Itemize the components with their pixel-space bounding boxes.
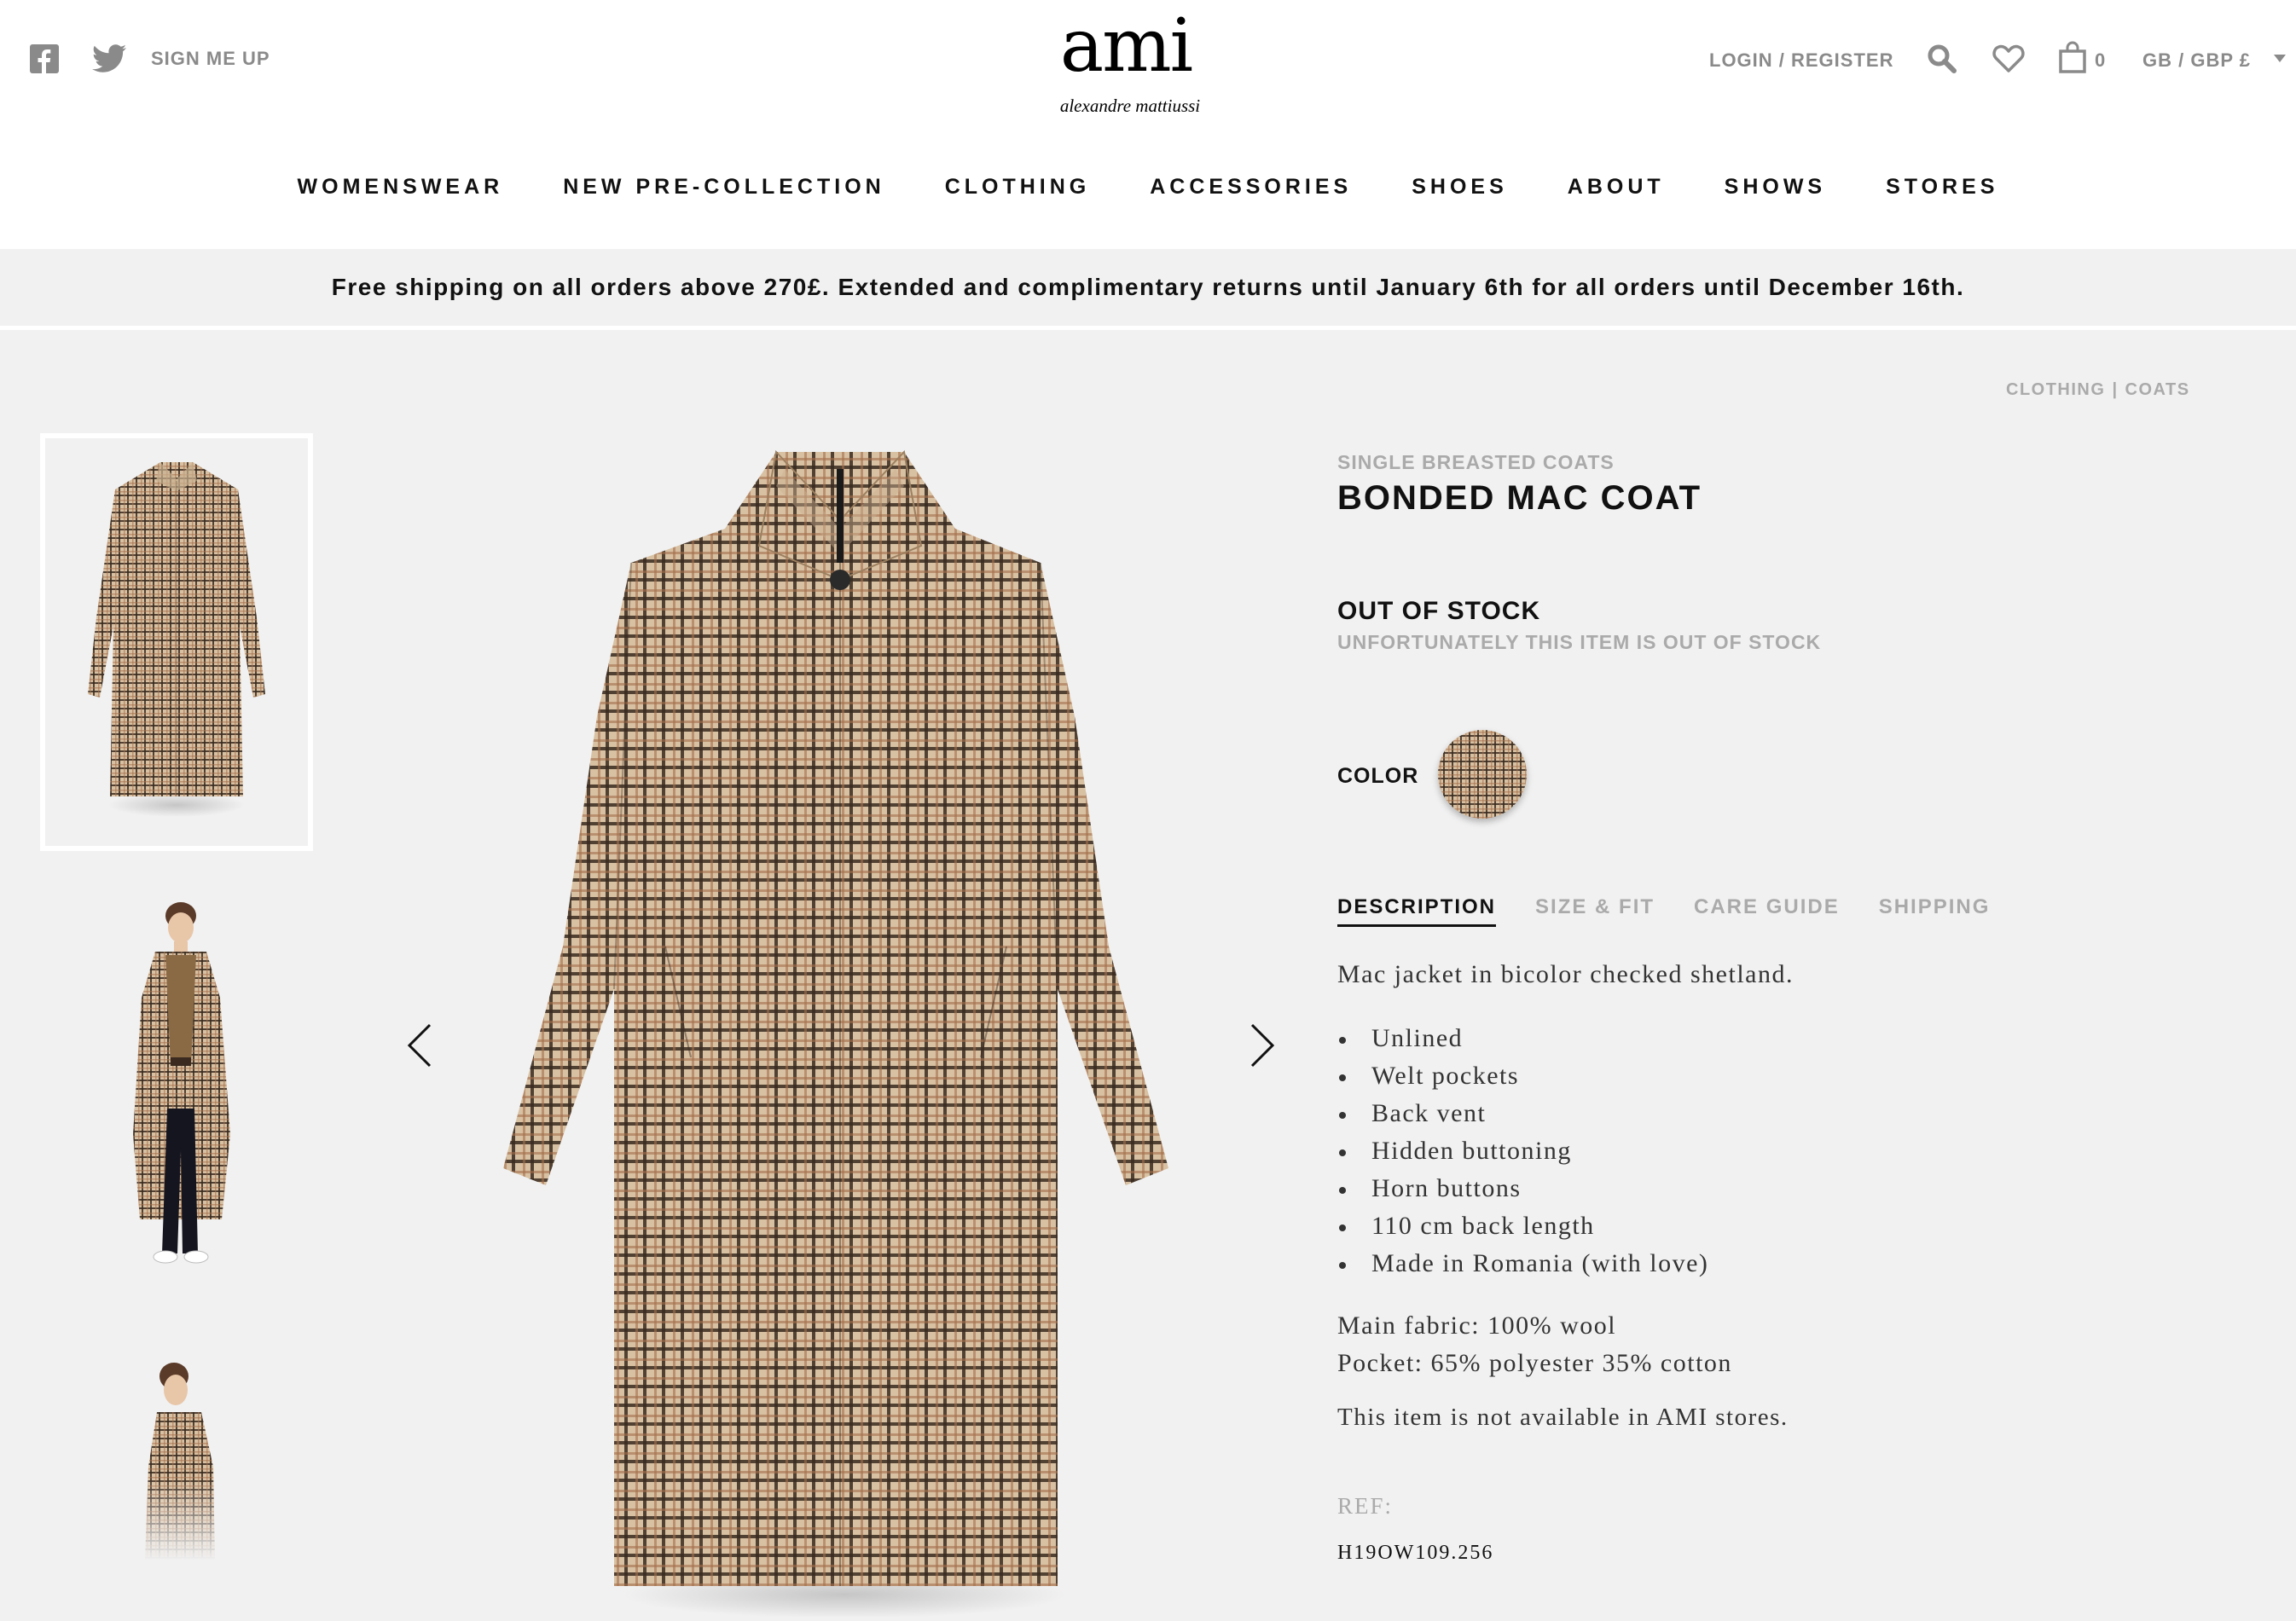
stock-status-title: OUT OF STOCK bbox=[1337, 597, 1541, 625]
main-navigation: WOMENSWEAR NEW PRE-COLLECTION CLOTHING A… bbox=[0, 175, 2296, 200]
feature-item: 110 cm back length bbox=[1337, 1207, 1708, 1245]
color-swatch-pattern bbox=[1438, 730, 1527, 819]
login-register-link[interactable]: LOGIN / REGISTER bbox=[1709, 49, 1893, 72]
wishlist-heart-icon[interactable] bbox=[1992, 44, 2025, 73]
nav-new-pre-collection[interactable]: NEW PRE-COLLECTION bbox=[563, 175, 885, 200]
search-icon[interactable] bbox=[1928, 44, 1957, 73]
thumbnail-model-front[interactable] bbox=[102, 895, 256, 1296]
fabric-pocket: Pocket: 65% polyester 35% cotton bbox=[1337, 1349, 1732, 1377]
feature-item: Unlined bbox=[1337, 1020, 1708, 1057]
model-front-thumbnail-image bbox=[133, 902, 230, 1264]
nav-stores[interactable]: STORES bbox=[1886, 175, 1998, 200]
coat-main-image bbox=[503, 449, 1168, 1618]
locale-selector[interactable]: GB / GBP £ bbox=[2142, 49, 2251, 72]
coat-flat-thumbnail-image bbox=[88, 462, 265, 817]
breadcrumb: CLOTHING | COATS bbox=[2006, 380, 2190, 400]
product-info-tabs: DESCRIPTION SIZE & FIT CARE GUIDE SHIPPI… bbox=[1337, 895, 1990, 927]
feature-item: Hidden buttoning bbox=[1337, 1132, 1708, 1170]
stock-status-message: UNFORTUNATELY THIS ITEM IS OUT OF STOCK bbox=[1337, 631, 1822, 653]
sign-me-up-link[interactable]: SIGN ME UP bbox=[151, 48, 270, 70]
nav-shoes[interactable]: SHOES bbox=[1412, 175, 1508, 200]
shipping-banner-text: Free shipping on all orders above 270£. … bbox=[331, 274, 1965, 300]
twitter-icon[interactable] bbox=[92, 44, 126, 73]
thumbnail-coat-flat[interactable] bbox=[40, 433, 313, 851]
facebook-icon[interactable] bbox=[30, 44, 59, 73]
reference-value: H19OW109.256 bbox=[1337, 1542, 1494, 1564]
product-title: BONDED MAC COAT bbox=[1337, 479, 1702, 517]
breadcrumb-coats[interactable]: COATS bbox=[2125, 380, 2190, 399]
brand-logo[interactable]: ami bbox=[1058, 3, 1194, 89]
nav-womenswear[interactable]: WOMENSWEAR bbox=[298, 175, 504, 200]
next-image-arrow-icon[interactable] bbox=[1245, 1020, 1279, 1071]
previous-image-arrow-icon[interactable] bbox=[403, 1020, 437, 1071]
tab-description[interactable]: DESCRIPTION bbox=[1337, 895, 1497, 927]
feature-item: Back vent bbox=[1337, 1095, 1708, 1132]
site-header: SIGN ME UP ami alexandre mattiussi LOGIN… bbox=[0, 0, 2296, 249]
product-main-image bbox=[444, 435, 1228, 1618]
store-availability-note: This item is not available in AMI stores… bbox=[1337, 1404, 1789, 1431]
feature-item: Horn buttons bbox=[1337, 1170, 1708, 1207]
tab-care-guide[interactable]: CARE GUIDE bbox=[1694, 895, 1840, 927]
nav-shows[interactable]: SHOWS bbox=[1725, 175, 1826, 200]
reference-label: REF: bbox=[1337, 1493, 1394, 1519]
breadcrumb-separator: | bbox=[2112, 380, 2119, 399]
feature-item: Made in Romania (with love) bbox=[1337, 1245, 1708, 1282]
fabric-main: Main fabric: 100% wool bbox=[1337, 1311, 1617, 1340]
nav-clothing[interactable]: CLOTHING bbox=[945, 175, 1091, 200]
cart-count[interactable]: 0 bbox=[2095, 49, 2105, 72]
product-features-list: Unlined Welt pockets Back vent Hidden bu… bbox=[1337, 1020, 1708, 1282]
breadcrumb-clothing[interactable]: CLOTHING bbox=[2006, 380, 2105, 399]
shipping-banner: Free shipping on all orders above 270£. … bbox=[0, 249, 2296, 330]
product-description: Mac jacket in bicolor checked shetland. bbox=[1337, 960, 1794, 988]
nav-accessories[interactable]: ACCESSORIES bbox=[1150, 175, 1352, 200]
chevron-down-icon[interactable] bbox=[2274, 55, 2286, 63]
nav-about[interactable]: ABOUT bbox=[1568, 175, 1665, 200]
product-category: SINGLE BREASTED COATS bbox=[1337, 451, 1615, 473]
color-swatch[interactable] bbox=[1438, 730, 1527, 819]
model-side-thumbnail-image bbox=[145, 1363, 215, 1560]
brand-logo-subtitle: alexandre mattiussi bbox=[1059, 96, 1201, 116]
shopping-bag-icon[interactable] bbox=[2059, 41, 2086, 73]
color-label: COLOR bbox=[1337, 764, 1419, 788]
tab-size-fit[interactable]: SIZE & FIT bbox=[1535, 895, 1655, 927]
feature-item: Welt pockets bbox=[1337, 1057, 1708, 1095]
thumbnail-model-side[interactable] bbox=[119, 1356, 239, 1560]
tab-shipping[interactable]: SHIPPING bbox=[1879, 895, 1991, 927]
